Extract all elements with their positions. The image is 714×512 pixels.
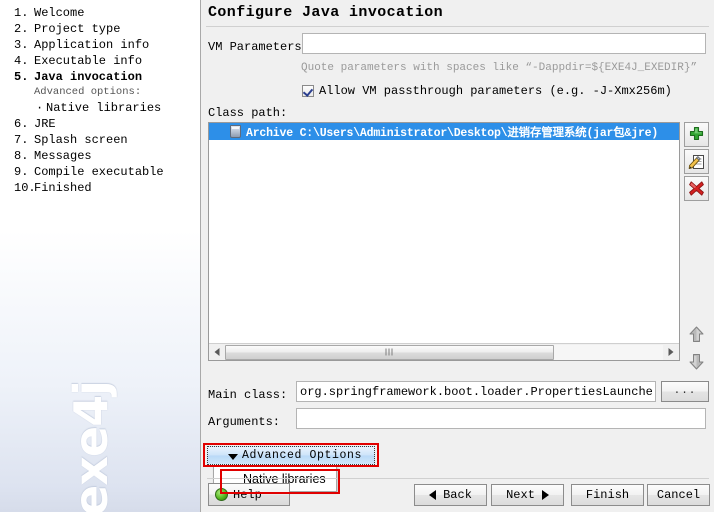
arguments-input[interactable] — [296, 408, 706, 429]
step-number: 1. — [14, 6, 29, 20]
sidebar-step-native-libraries[interactable]: · Native libraries — [14, 100, 200, 116]
step-number: 3. — [14, 38, 29, 52]
pencil-notepad-icon — [688, 154, 704, 169]
sidebar-step-advanced-options[interactable]: Advanced options: — [14, 85, 200, 100]
help-button[interactable]: Help — [208, 483, 290, 506]
exe4j-wizard-window: 1. Welcome 2. Project type 3. Application inf… — [0, 0, 714, 512]
main-class-input[interactable] — [296, 381, 656, 402]
gray-down-arrow-icon — [689, 354, 704, 370]
sidebar-step-messages[interactable]: 8. Messages — [14, 148, 200, 164]
step-label: Splash screen — [34, 133, 128, 147]
add-classpath-entry-button[interactable] — [684, 122, 709, 147]
edit-classpath-entry-button[interactable] — [684, 149, 709, 174]
arguments-label: Arguments: — [208, 415, 281, 429]
sidebar-step-executable-info[interactable]: 4. Executable info — [14, 53, 200, 69]
main-content-panel: Configure Java invocation VM Parameters:… — [201, 0, 714, 512]
step-number: 10. — [14, 181, 36, 195]
vm-parameters-label: VM Parameters: — [208, 40, 309, 54]
vm-parameters-hint: Quote parameters with spaces like “-Dapp… — [301, 62, 698, 74]
sidebar-step-jre[interactable]: 6. JRE — [14, 116, 200, 132]
class-path-horizontal-scrollbar[interactable] — [209, 343, 679, 360]
class-path-list-box[interactable]: Archive C:\Users\Administrator\Desktop\进… — [208, 122, 680, 361]
move-down-button[interactable] — [684, 349, 709, 374]
step-label: Java invocation — [34, 70, 143, 84]
jar-archive-icon — [230, 125, 241, 138]
step-label: Native libraries — [46, 101, 162, 115]
step-label: Project type — [34, 22, 121, 36]
advanced-options-button[interactable]: Advanced Options — [207, 446, 375, 465]
green-plus-icon — [689, 126, 704, 141]
exe4j-watermark: exe4j — [64, 381, 118, 512]
sidebar-step-java-invocation[interactable]: 5. Java invocation — [14, 69, 200, 85]
class-path-entry-row[interactable]: Archive C:\Users\Administrator\Desktop\进… — [209, 123, 679, 140]
cancel-label: Cancel — [656, 488, 701, 502]
next-button[interactable]: Next — [491, 484, 564, 506]
red-x-icon — [689, 181, 704, 196]
arrow-right-icon — [541, 490, 549, 500]
step-number: 7. — [14, 133, 29, 147]
arrow-left-icon — [429, 490, 437, 500]
step-number: 2. — [14, 22, 29, 36]
step-label: Messages — [34, 149, 92, 163]
back-button[interactable]: Back — [414, 484, 487, 506]
allow-passthrough-label: Allow VM passthrough parameters (e.g. -J… — [319, 83, 672, 98]
advanced-options-label: Advanced Options — [242, 449, 363, 462]
step-label: Application info — [34, 38, 150, 52]
sidebar-step-compile-executable[interactable]: 9. Compile executable — [14, 164, 200, 180]
class-path-entry-label: Archive C:\Users\Administrator\Desktop\进… — [246, 126, 659, 140]
allow-passthrough-checkbox-row[interactable]: Allow VM passthrough parameters (e.g. -J… — [302, 83, 672, 98]
cancel-button[interactable]: Cancel — [647, 484, 710, 506]
step-number: 6. — [14, 117, 29, 131]
title-divider — [206, 26, 709, 27]
wizard-step-sidebar: 1. Welcome 2. Project type 3. Application inf… — [0, 0, 201, 512]
page-title: Configure Java invocation — [208, 4, 444, 21]
scrollbar-thumb[interactable] — [225, 344, 554, 360]
step-number: 8. — [14, 149, 29, 163]
step-label: Finished — [34, 181, 92, 195]
bullet-icon: · — [36, 101, 44, 115]
finish-label: Finish — [585, 488, 630, 502]
scrollbar-track[interactable] — [225, 344, 663, 360]
move-up-button[interactable] — [684, 322, 709, 347]
sidebar-step-welcome[interactable]: 1. Welcome — [14, 5, 200, 21]
sidebar-step-splash-screen[interactable]: 7. Splash screen — [14, 132, 200, 148]
step-number: 9. — [14, 165, 29, 179]
scroll-right-arrow-icon[interactable] — [663, 344, 679, 360]
footer-divider — [207, 478, 709, 479]
class-path-label: Class path: — [208, 106, 288, 120]
step-number: 5. — [14, 70, 29, 84]
back-label: Back — [443, 488, 472, 502]
caret-down-icon — [228, 454, 238, 460]
help-circle-icon — [215, 488, 228, 501]
main-class-browse-button[interactable]: ... — [661, 381, 709, 402]
step-label: Advanced options: — [34, 86, 142, 98]
step-label: JRE — [34, 117, 56, 131]
sidebar-step-application-info[interactable]: 3. Application info — [14, 37, 200, 53]
scroll-left-arrow-icon[interactable] — [209, 344, 225, 360]
step-label: Compile executable — [34, 165, 164, 179]
remove-classpath-entry-button[interactable] — [684, 176, 709, 201]
checkbox-icon[interactable] — [302, 84, 314, 97]
sidebar-step-project-type[interactable]: 2. Project type — [14, 21, 200, 37]
finish-button[interactable]: Finish — [571, 484, 644, 506]
next-label: Next — [506, 488, 535, 502]
class-path-list[interactable]: Archive C:\Users\Administrator\Desktop\进… — [209, 123, 679, 343]
help-label: Help — [233, 487, 262, 502]
wizard-step-list: 1. Welcome 2. Project type 3. Application inf… — [14, 5, 200, 196]
sidebar-step-finished[interactable]: 10. Finished — [14, 180, 200, 196]
step-label: Executable info — [34, 54, 143, 68]
main-class-label: Main class: — [208, 388, 288, 402]
step-number: 4. — [14, 54, 29, 68]
vm-parameters-input[interactable] — [302, 33, 706, 54]
step-label: Welcome — [34, 6, 85, 20]
gray-up-arrow-icon — [689, 326, 704, 342]
